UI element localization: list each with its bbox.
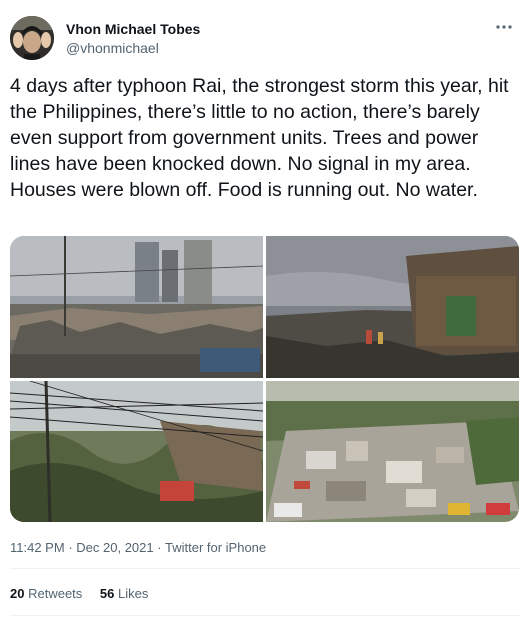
tweet-text: 4 days after typhoon Rai, the strongest … (10, 75, 509, 201)
display-name[interactable]: Vhon Michael Tobes (66, 20, 200, 38)
tweet-stats: 20 Retweets 56 Likes (10, 585, 162, 603)
tweet-date[interactable]: Dec 20, 2021 (76, 540, 153, 555)
likes-count: 56 (99, 586, 115, 601)
retweets-stat[interactable]: 20 Retweets (10, 585, 82, 603)
separator-dot: · (68, 540, 73, 555)
avatar[interactable] (10, 16, 54, 60)
tweet-header: Vhon Michael Tobes @vhonmichael (10, 14, 520, 62)
retweets-count: 20 (10, 586, 25, 601)
user-names: Vhon Michael Tobes @vhonmichael (66, 20, 200, 58)
separator-dot: · (157, 540, 162, 555)
photo-aerial-destroyed-houses[interactable] (266, 381, 519, 522)
photo-wrecked-street-stalls[interactable] (266, 236, 519, 378)
tweet-timestamp: 11:42 PM · Dec 20, 2021 · Twitter for iP… (10, 540, 266, 556)
likes-stat[interactable]: 56 Likes (100, 585, 148, 603)
tweet-time[interactable]: 11:42 PM (10, 540, 65, 555)
more-horizontal-icon[interactable] (492, 18, 516, 34)
media-grid (10, 236, 519, 522)
tweet-card: Vhon Michael Tobes @vhonmichael 4 days a… (0, 0, 530, 622)
avatar-photo (10, 16, 54, 60)
photo-fallen-power-lines-and-trees[interactable] (10, 381, 263, 522)
retweets-label: Retweets (28, 586, 83, 601)
divider (10, 568, 520, 569)
tweet-source[interactable]: Twitter for iPhone (165, 540, 266, 555)
likes-label: Likes (118, 586, 149, 601)
photo-damaged-site-with-towers[interactable] (10, 236, 263, 378)
divider (10, 615, 520, 616)
user-handle[interactable]: @vhonmichael (66, 38, 200, 58)
